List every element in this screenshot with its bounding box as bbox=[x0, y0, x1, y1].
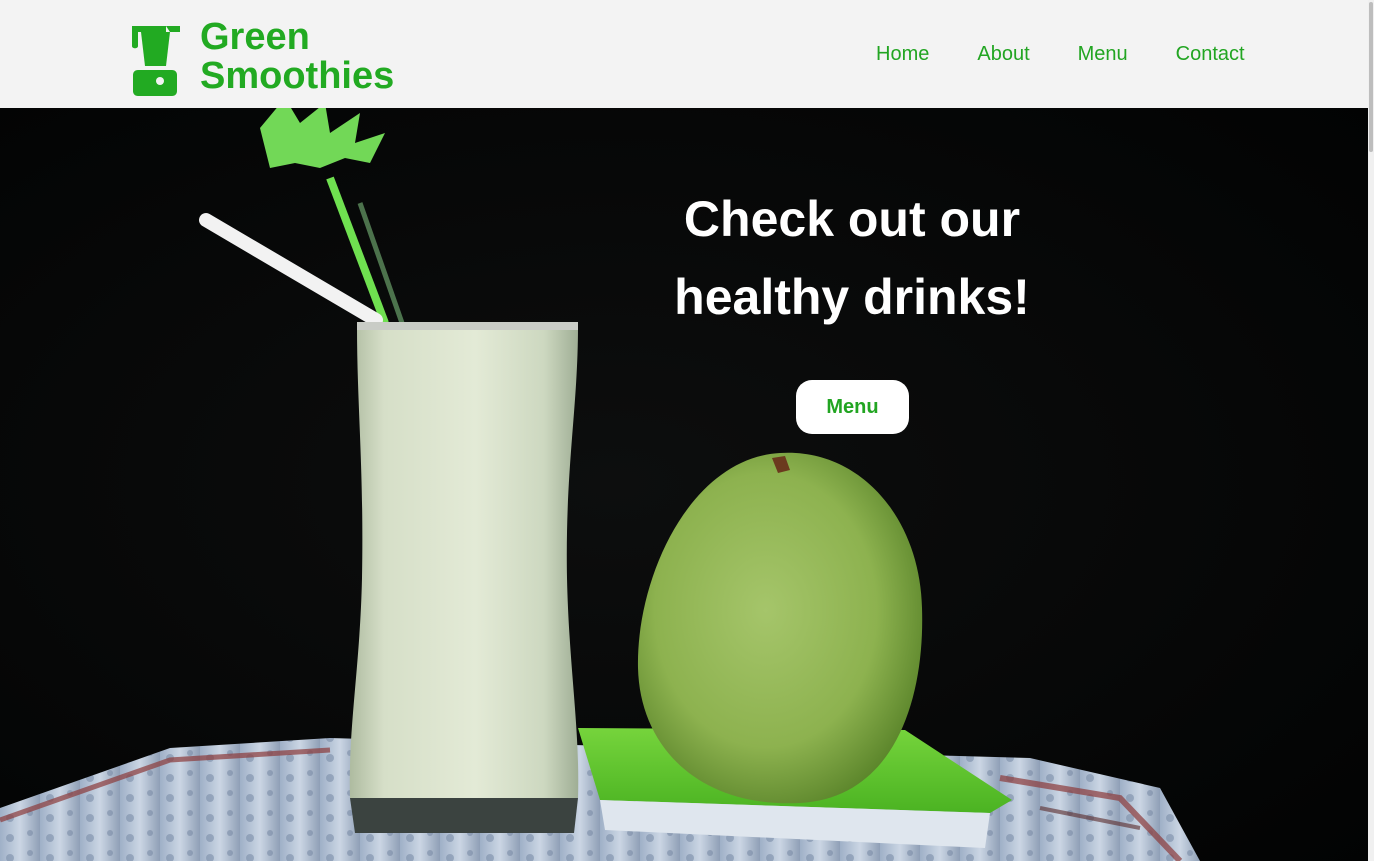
site-header: Green Smoothies Home About Menu Contact bbox=[0, 0, 1368, 108]
main-nav: Home About Menu Contact bbox=[876, 41, 1245, 67]
scrollbar-thumb[interactable] bbox=[1369, 2, 1373, 152]
page-scrollbar[interactable] bbox=[1368, 0, 1374, 861]
logo-line-2: Smoothies bbox=[200, 55, 395, 97]
hero-title-line-2: healthy drinks! bbox=[674, 269, 1030, 325]
hero-section: Check out our healthy drinks! Menu bbox=[0, 108, 1368, 861]
logo-link[interactable]: Green Smoothies bbox=[128, 18, 394, 96]
nav-about-link[interactable]: About bbox=[977, 41, 1029, 67]
nav-menu-link[interactable]: Menu bbox=[1078, 41, 1128, 67]
hero-menu-button[interactable]: Menu bbox=[796, 380, 909, 434]
hero-title: Check out our healthy drinks! bbox=[560, 180, 1144, 336]
blender-icon bbox=[132, 26, 180, 96]
logo-line-1: Green bbox=[200, 16, 310, 58]
logo-text: Green Smoothies bbox=[200, 18, 394, 96]
hero-title-line-1: Check out our bbox=[683, 191, 1021, 247]
nav-contact-link[interactable]: Contact bbox=[1176, 41, 1245, 67]
nav-home-link[interactable]: Home bbox=[876, 41, 929, 67]
